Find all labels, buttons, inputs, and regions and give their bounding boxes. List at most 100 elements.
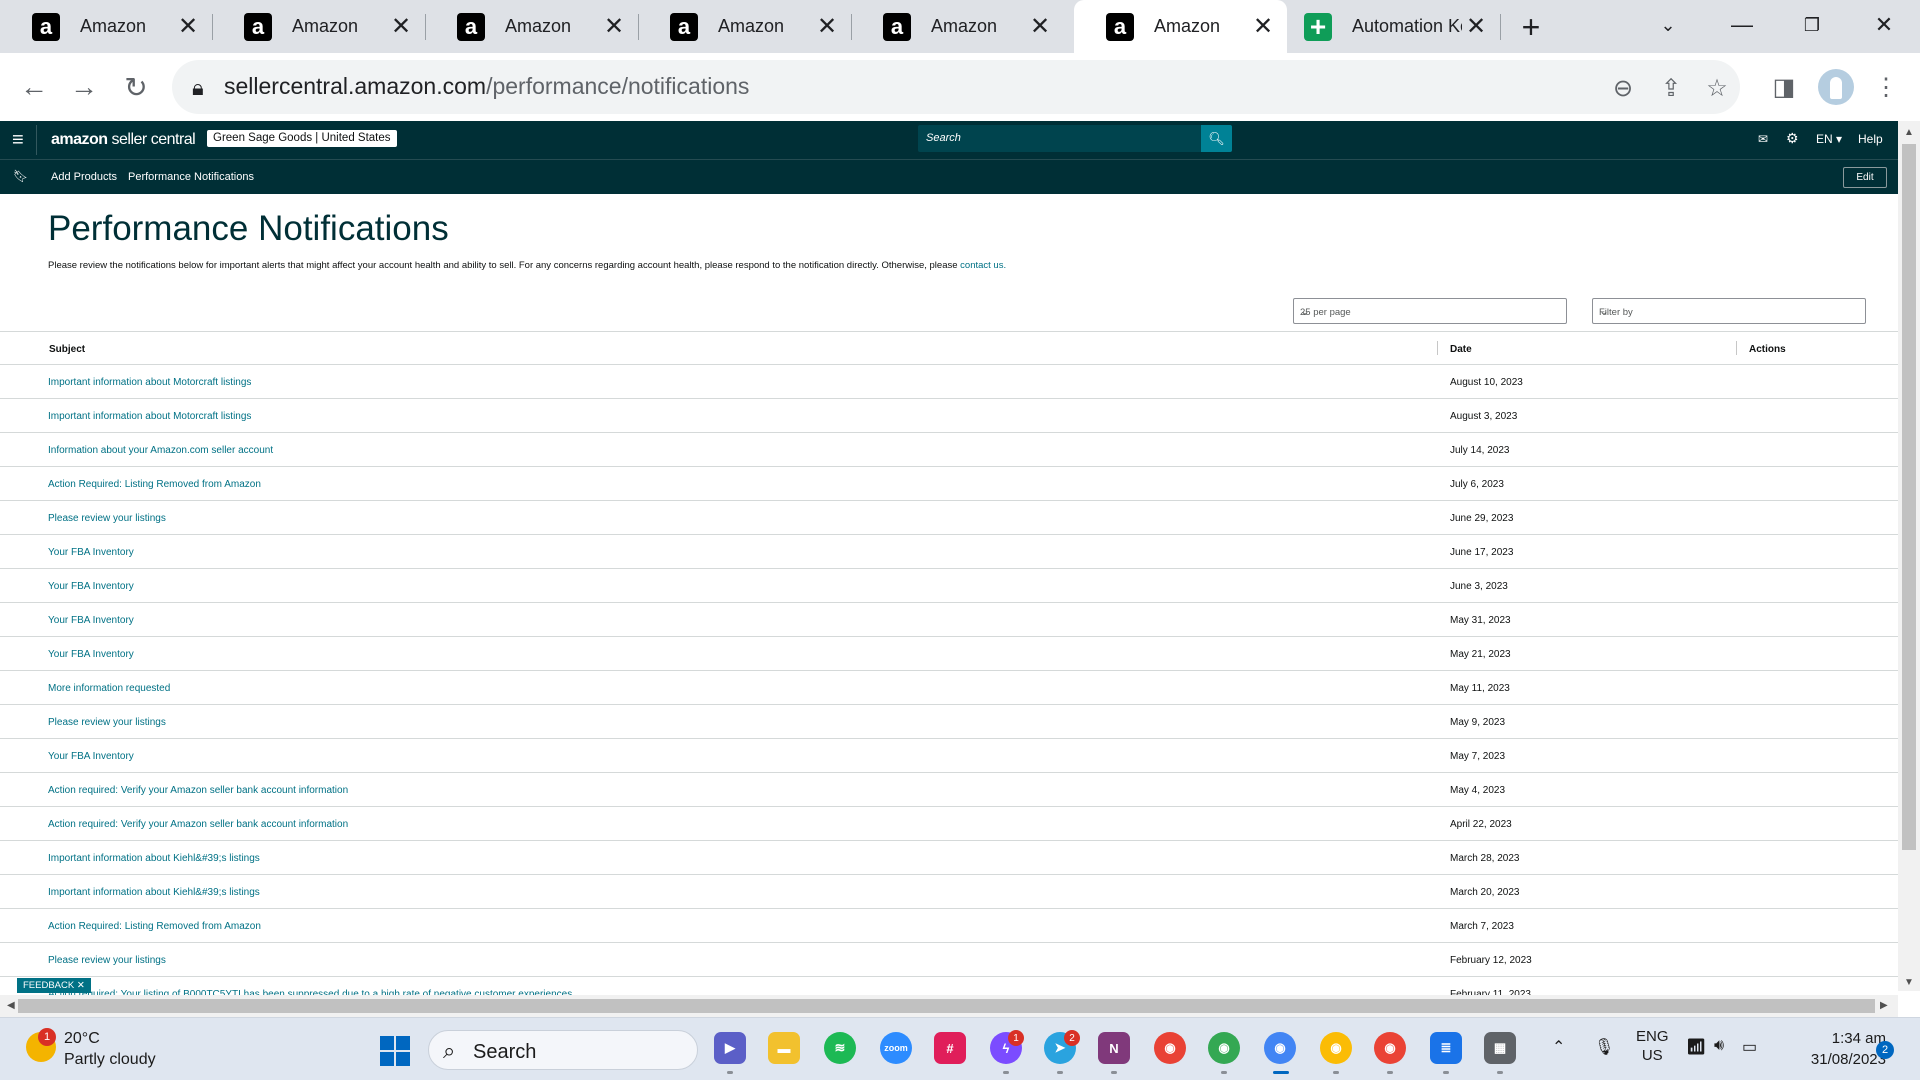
mail-icon[interactable]: ✉ (1758, 132, 1768, 146)
profile-avatar[interactable] (1818, 69, 1854, 105)
volume-icon[interactable]: 🔊︎ (1714, 1037, 1724, 1055)
browser-tab[interactable]: a Amazon ✕ (851, 0, 1064, 53)
notification-subject-link[interactable]: Your FBA Inventory (48, 547, 134, 558)
system-clock[interactable]: 1:34 am 31/08/2023 (1786, 1028, 1886, 1070)
per-page-select[interactable]: 25 per page ⌄ (1293, 298, 1567, 324)
notification-subject-link[interactable]: Please review your listings (48, 717, 166, 728)
chrome-profile-icon[interactable]: ◉ (1208, 1032, 1240, 1064)
reload-icon[interactable]: ↻ (118, 69, 154, 105)
notification-subject-link[interactable]: Important information about Motorcraft l… (48, 377, 251, 388)
chrome-profile-icon[interactable]: ◉ (1320, 1032, 1352, 1064)
notepad-icon[interactable]: ≣ (1430, 1032, 1462, 1064)
close-tab-icon[interactable]: ✕ (174, 12, 202, 40)
scroll-right-icon[interactable]: ▶ (1880, 1000, 1888, 1011)
horizontal-scrollbar[interactable]: ◀ ▶ (0, 995, 1898, 1017)
chrome-icon[interactable]: ◉ (1154, 1032, 1186, 1064)
column-header-subject[interactable]: Subject (49, 344, 85, 355)
chrome-profile-icon[interactable]: ◉ (1374, 1032, 1406, 1064)
side-panel-icon[interactable]: ◨ (1766, 69, 1802, 105)
show-hidden-icons-chevron-icon[interactable]: ⌃ (1552, 1037, 1565, 1057)
close-tab-icon[interactable]: ✕ (600, 12, 628, 40)
notification-subject-link[interactable]: Important information about Kiehl&#39;s … (48, 853, 260, 864)
store-selector[interactable]: Green Sage Goods | United States (207, 130, 397, 147)
notification-subject-link[interactable]: Your FBA Inventory (48, 615, 134, 626)
help-link[interactable]: Help (1858, 132, 1883, 146)
vertical-scroll-thumb[interactable] (1902, 144, 1916, 850)
contact-us-link[interactable]: contact us. (960, 260, 1006, 271)
share-icon[interactable]: ⇪ (1656, 73, 1686, 103)
close-tab-icon[interactable]: ✕ (1026, 12, 1054, 40)
hamburger-menu-icon[interactable]: ≡ (12, 130, 24, 150)
taskbar-search[interactable]: ⌕ Search (428, 1030, 698, 1070)
language-selector[interactable]: EN ▾ (1816, 132, 1842, 146)
microphone-icon[interactable]: 🎙︎ (1594, 1037, 1614, 1057)
close-tab-icon[interactable]: ✕ (1249, 12, 1277, 40)
onenote-icon[interactable]: N (1098, 1032, 1130, 1064)
weather-description[interactable]: Partly cloudy (64, 1051, 156, 1069)
tab-search-chevron-icon[interactable]: ⌄ (1648, 8, 1688, 42)
browser-tab[interactable]: a Amazon ✕ (425, 0, 638, 53)
notification-subject-link[interactable]: Action required: Verify your Amazon sell… (48, 785, 348, 796)
chrome-menu-icon[interactable]: ⋮ (1868, 69, 1904, 105)
notification-subject-link[interactable]: Please review your listings (48, 513, 166, 524)
zoom-out-icon[interactable]: ⊖ (1608, 73, 1638, 103)
weather-temperature[interactable]: 20°C (64, 1030, 100, 1048)
lock-icon[interactable]: 🔒︎ (192, 75, 204, 101)
notification-subject-link[interactable]: Information about your Amazon.com seller… (48, 445, 273, 456)
scroll-down-icon[interactable]: ▼ (1904, 977, 1914, 988)
notification-subject-link[interactable]: Your FBA Inventory (48, 649, 134, 660)
close-tab-icon[interactable]: ✕ (387, 12, 415, 40)
browser-tab-active[interactable]: a Amazon ✕ (1074, 0, 1287, 53)
feedback-button[interactable]: FEEDBACK ✕ (17, 978, 91, 993)
scroll-up-icon[interactable]: ▲ (1904, 127, 1914, 138)
restore-icon[interactable]: ❐ (1792, 8, 1832, 42)
windows-start-icon[interactable] (380, 1036, 410, 1066)
close-window-icon[interactable]: ✕ (1864, 8, 1904, 42)
forward-icon[interactable]: → (66, 69, 102, 105)
back-icon[interactable]: ← (16, 69, 52, 105)
notification-subject-link[interactable]: Action Required: Listing Removed from Am… (48, 921, 261, 932)
column-header-date[interactable]: Date (1450, 344, 1472, 355)
notification-subject-link[interactable]: Important information about Motorcraft l… (48, 411, 251, 422)
notification-subject-link[interactable]: Action Required: Listing Removed from Am… (48, 479, 261, 490)
address-bar[interactable]: 🔒︎ sellercentral.amazon.com/performance/… (172, 60, 1740, 114)
chrome-profile-icon[interactable]: ◉ (1264, 1032, 1296, 1064)
notification-subject-link[interactable]: More information requested (48, 683, 170, 694)
notification-badge[interactable]: 2 (1876, 1041, 1894, 1059)
global-search-input[interactable]: Search (918, 125, 1202, 152)
battery-icon[interactable]: ▭ (1742, 1037, 1757, 1057)
wifi-icon[interactable]: 📶︎ (1686, 1037, 1706, 1057)
horizontal-scroll-thumb[interactable] (18, 999, 1875, 1013)
new-tab-icon[interactable]: + (1514, 9, 1548, 45)
close-tab-icon[interactable]: ✕ (1462, 12, 1490, 40)
browser-tab[interactable]: a Amazon ✕ (638, 0, 851, 53)
bookmark-icon[interactable]: 🔖︎ (13, 169, 28, 183)
close-tab-icon[interactable]: ✕ (813, 12, 841, 40)
nav-link-add-products[interactable]: Add Products (51, 171, 117, 183)
edit-bookmarks-button[interactable]: Edit (1843, 167, 1887, 188)
notification-subject-link[interactable]: Please review your listings (48, 955, 166, 966)
browser-tab[interactable]: a Amazon ✕ (212, 0, 425, 53)
settings-gear-icon[interactable]: ⚙ (1786, 130, 1799, 147)
browser-tab[interactable]: a Amazon ✕ (0, 0, 212, 53)
notification-subject-link[interactable]: Your FBA Inventory (48, 581, 134, 592)
notification-subject-link[interactable]: Important information about Kiehl&#39;s … (48, 887, 260, 898)
notification-subject-link[interactable]: Your FBA Inventory (48, 751, 134, 762)
scroll-left-icon[interactable]: ◀ (7, 1000, 15, 1011)
search-icon[interactable]: 🔍︎ (1201, 125, 1232, 152)
notification-subject-link[interactable]: Action required: Verify your Amazon sell… (48, 819, 348, 830)
seller-central-logo[interactable]: amazon seller central (51, 131, 196, 149)
teams-meet-icon[interactable]: ▶ (714, 1032, 746, 1064)
filter-select[interactable]: Filter by ⌄ (1592, 298, 1866, 324)
input-language[interactable]: ENG US (1636, 1027, 1669, 1065)
spotify-icon[interactable]: ≋ (824, 1032, 856, 1064)
browser-tab[interactable]: + Automation Ke ✕ (1290, 0, 1500, 53)
bookmark-star-icon[interactable]: ☆ (1702, 73, 1732, 103)
zoom-icon[interactable]: zoom (880, 1032, 912, 1064)
file-explorer-icon[interactable]: ▬ (768, 1032, 800, 1064)
slack-icon[interactable]: # (934, 1032, 966, 1064)
nav-link-performance-notifications[interactable]: Performance Notifications (128, 171, 254, 183)
url-text[interactable]: sellercentral.amazon.com/performance/not… (224, 73, 749, 100)
minimize-icon[interactable]: — (1722, 8, 1762, 42)
vertical-scrollbar[interactable]: ▲ ▼ (1898, 121, 1920, 991)
